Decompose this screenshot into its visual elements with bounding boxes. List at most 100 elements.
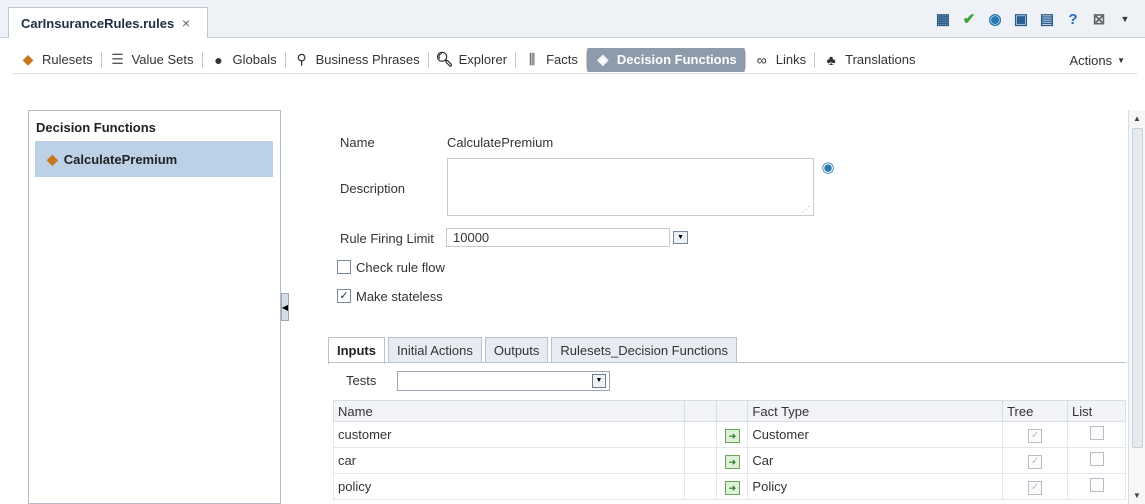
- close-icon[interactable]: ×: [182, 15, 190, 31]
- name-value: CalculatePremium: [447, 135, 554, 150]
- empty-cell: [684, 473, 718, 500]
- toolbar-facts-label: Facts: [546, 52, 578, 67]
- tests-select[interactable]: ▼: [397, 371, 610, 391]
- fact-type-cell[interactable]: Policy: [747, 473, 1004, 500]
- tests-label: Tests: [346, 373, 377, 388]
- rule-firing-limit-label: Rule Firing Limit: [340, 231, 434, 246]
- search-icon: 🔍︎: [435, 51, 454, 67]
- decision-function-icon: ◈: [597, 51, 609, 67]
- rule-firing-limit-field[interactable]: 10000: [446, 228, 670, 247]
- panel-collapse-handle[interactable]: ◀: [281, 293, 289, 321]
- deploy-globe-icon[interactable]: ◉: [985, 9, 1005, 29]
- decision-function-item[interactable]: ◆ CalculatePremium: [35, 141, 273, 177]
- toolbar-facts[interactable]: ⫼ Facts: [516, 48, 586, 72]
- toolbar-translations-label: Translations: [845, 52, 916, 67]
- vertical-scrollbar[interactable]: ▲ ▼: [1128, 110, 1145, 504]
- rules-toolbar: ◆ Rulesets ☰ Value Sets ● Globals ⚲ Busi…: [12, 46, 1137, 74]
- chevron-down-icon[interactable]: ▼: [592, 374, 606, 388]
- tab-initial-actions[interactable]: Initial Actions: [388, 337, 482, 363]
- list-checkbox[interactable]: [1089, 452, 1104, 466]
- fact-type-picker-cell: ➜: [716, 447, 749, 474]
- grid-icon[interactable]: ▦: [933, 9, 953, 29]
- input-name-cell[interactable]: car: [332, 447, 686, 474]
- toolbar-decision-functions-label: Decision Functions: [616, 52, 737, 67]
- description-label: Description: [340, 181, 406, 196]
- tab-inputs[interactable]: Inputs: [328, 337, 385, 364]
- decision-function-icon: ◆: [47, 150, 58, 167]
- tree-cell: ✓: [1002, 447, 1069, 474]
- translations-icon: ♣: [826, 51, 836, 68]
- table-row[interactable]: customer ➜ Customer ✓: [332, 421, 1126, 448]
- tab-outputs[interactable]: Outputs: [484, 337, 549, 363]
- actions-menu[interactable]: Actions ▼: [1069, 46, 1125, 74]
- facts-icon: ⫼: [528, 51, 536, 67]
- table-row[interactable]: policy ➜ Policy ✓: [332, 473, 1126, 500]
- toolbar-links[interactable]: ∞ Links: [746, 48, 814, 72]
- list-cell: [1067, 473, 1126, 500]
- tree-checkbox[interactable]: ✓: [1028, 429, 1043, 443]
- scrollbar-thumb[interactable]: [1132, 128, 1143, 448]
- toolbar-links-label: Links: [775, 52, 807, 67]
- column-header-blank: [684, 400, 718, 422]
- fact-type-picker-cell: ➜: [716, 421, 749, 448]
- toolbar-decision-functions[interactable]: ◈ Decision Functions: [586, 47, 745, 72]
- close-window-icon[interactable]: ⊠: [1089, 9, 1109, 29]
- make-stateless-checkbox[interactable]: ✓: [337, 289, 351, 303]
- list-cell: [1067, 447, 1126, 474]
- translate-globe-icon[interactable]: ◉: [818, 157, 838, 177]
- toolbar-globals[interactable]: ● Globals: [203, 48, 285, 72]
- toolbar-translations[interactable]: ♣ Translations: [815, 48, 923, 72]
- column-header-fact-type[interactable]: Fact Type: [747, 400, 1004, 422]
- fact-type-cell[interactable]: Customer: [747, 421, 1004, 448]
- tab-divider: [328, 362, 1126, 363]
- editor-tab-bar: CarInsuranceRules.rules × ▦ ✔ ◉ ▣ ▤ ? ⊠ …: [0, 0, 1145, 38]
- save-icon[interactable]: ▣: [1011, 9, 1031, 29]
- toolbar-explorer[interactable]: 🔍︎ Explorer: [429, 48, 515, 72]
- table-row[interactable]: car ➜ Car ✓: [332, 447, 1126, 474]
- input-name-cell[interactable]: policy: [332, 473, 686, 500]
- chevron-down-icon[interactable]: ▼: [1115, 9, 1135, 29]
- empty-cell: [684, 447, 718, 474]
- scroll-down-icon[interactable]: ▼: [1133, 491, 1141, 500]
- column-header-tree[interactable]: Tree: [1002, 400, 1069, 422]
- validate-check-icon[interactable]: ✔: [959, 9, 979, 29]
- tree-checkbox[interactable]: ✓: [1028, 481, 1043, 495]
- tab-rulesets-decision-functions[interactable]: Rulesets_Decision Functions: [551, 337, 738, 363]
- check-rule-flow-label: Check rule flow: [356, 260, 445, 275]
- fact-arrow-icon[interactable]: ➜: [724, 480, 740, 495]
- toolbar-value-sets[interactable]: ☰ Value Sets: [102, 48, 202, 72]
- fact-type-cell[interactable]: Car: [747, 447, 1004, 474]
- list-checkbox[interactable]: [1089, 426, 1104, 440]
- column-header-list[interactable]: List: [1067, 400, 1126, 422]
- chevron-down-icon: ▼: [1117, 55, 1125, 65]
- check-rule-flow-checkbox[interactable]: [337, 260, 351, 274]
- tree-cell: ✓: [1002, 473, 1069, 500]
- list-cell: [1067, 421, 1126, 448]
- toolbar-business-phrases[interactable]: ⚲ Business Phrases: [286, 48, 428, 72]
- column-header-name[interactable]: Name: [332, 400, 686, 422]
- fact-arrow-icon[interactable]: ➜: [724, 428, 740, 443]
- column-header-blank: [716, 400, 749, 422]
- description-field[interactable]: ⋰: [447, 158, 814, 216]
- help-icon[interactable]: ?: [1063, 9, 1083, 29]
- input-name-cell[interactable]: customer: [332, 421, 686, 448]
- save-all-icon[interactable]: ▤: [1037, 9, 1057, 29]
- resize-grip-icon: ⋰: [802, 205, 810, 214]
- toolbar-value-sets-label: Value Sets: [131, 52, 194, 67]
- fact-type-picker-cell: ➜: [716, 473, 749, 500]
- decision-function-item-label: CalculatePremium: [63, 151, 178, 167]
- name-label: Name: [340, 135, 375, 150]
- toolbar-rulesets[interactable]: ◆ Rulesets: [12, 48, 101, 72]
- file-tab[interactable]: CarInsuranceRules.rules ×: [8, 7, 208, 38]
- valuesets-icon: ☰: [111, 51, 124, 67]
- tree-cell: ✓: [1002, 421, 1069, 448]
- tree-checkbox[interactable]: ✓: [1028, 455, 1043, 469]
- panel-title: Decision Functions: [36, 120, 156, 135]
- ruleset-icon: ◆: [22, 51, 34, 67]
- fact-arrow-icon[interactable]: ➜: [724, 454, 740, 469]
- list-checkbox[interactable]: [1089, 478, 1104, 492]
- toolbar-globals-label: Globals: [232, 52, 277, 67]
- scroll-up-icon[interactable]: ▲: [1133, 114, 1141, 123]
- inputs-table: Name Fact Type Tree List customer ➜ Cust…: [332, 400, 1126, 500]
- rule-firing-limit-dropdown[interactable]: ▼: [673, 231, 688, 244]
